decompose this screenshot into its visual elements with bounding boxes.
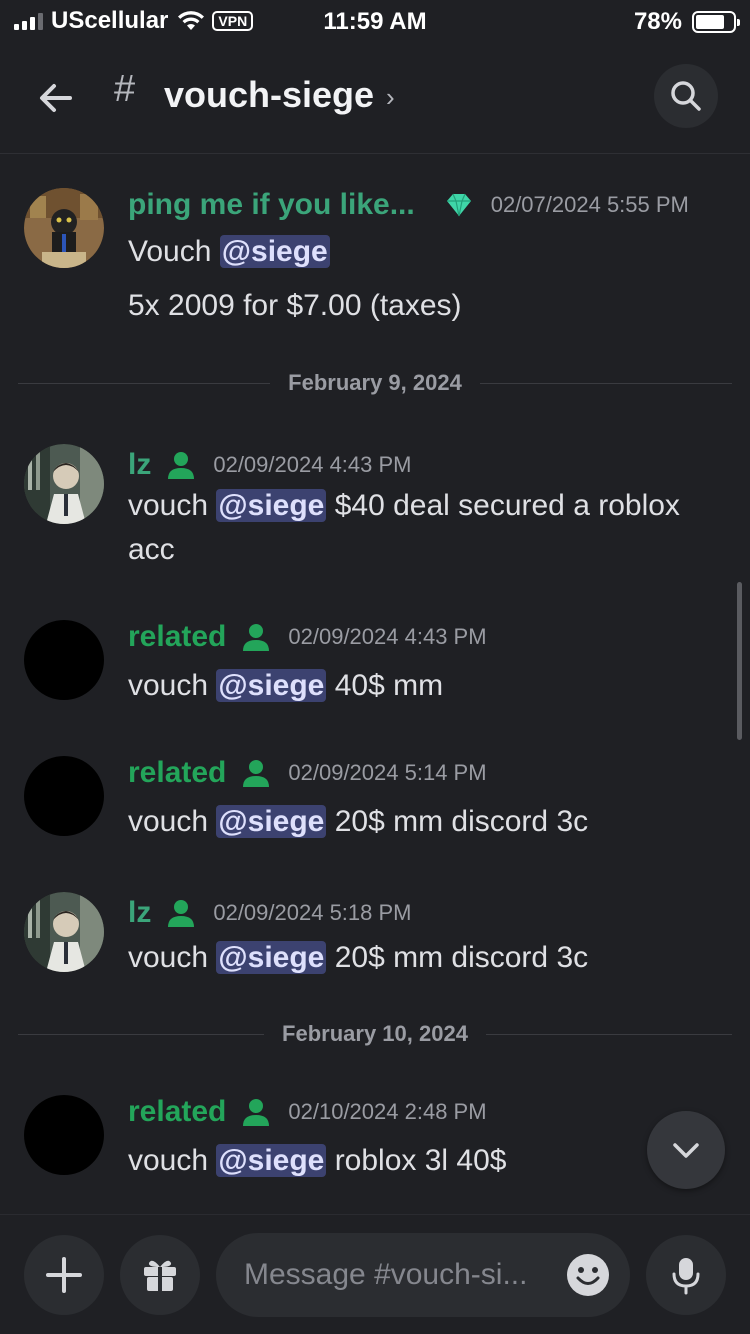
username[interactable]: related <box>128 1095 226 1129</box>
avatar[interactable] <box>24 444 104 524</box>
search-button[interactable] <box>654 64 718 128</box>
message-content: vouch @siege 20$ mm discord 3c <box>128 936 728 980</box>
user-mention[interactable]: @siege <box>216 669 327 702</box>
date-divider-text: February 10, 2024 <box>282 1021 468 1046</box>
member-icon <box>243 1099 270 1126</box>
date-divider-text: February 9, 2024 <box>288 370 462 395</box>
scrollbar[interactable] <box>737 582 742 740</box>
vpn-badge: VPN <box>212 11 254 31</box>
username[interactable]: lz <box>128 896 151 930</box>
jump-to-present-button[interactable] <box>647 1111 725 1189</box>
message-content: vouch @siege 40$ mm <box>128 664 728 708</box>
date-divider: February 9, 2024 <box>18 368 733 398</box>
message-line: 5x 2009 for $7.00 (taxes) <box>128 289 462 322</box>
username[interactable]: lz <box>128 448 151 482</box>
avatar[interactable] <box>24 188 104 268</box>
user-mention[interactable]: @siege <box>219 235 330 268</box>
member-icon <box>243 760 270 787</box>
diamond-icon <box>446 193 471 217</box>
user-mention[interactable]: @siege <box>216 489 327 522</box>
message-text: vouch <box>128 805 217 838</box>
channel-name[interactable]: vouch-siege <box>164 74 374 116</box>
wifi-icon <box>178 11 205 30</box>
message-composer: Message #vouch-si... <box>0 1214 750 1334</box>
date-divider: February 10, 2024 <box>18 1019 732 1049</box>
channel-header: # vouch-siege › <box>0 42 750 154</box>
username[interactable]: related <box>128 620 226 654</box>
battery-percent: 78% <box>633 8 682 35</box>
arrow-left-icon[interactable] <box>34 76 78 120</box>
message-text: 40$ mm <box>326 669 444 702</box>
search-icon <box>671 81 701 111</box>
message-input[interactable]: Message #vouch-si... <box>216 1233 630 1317</box>
member-icon <box>168 452 195 479</box>
battery-status: 78% <box>633 8 740 36</box>
timestamp: 02/07/2024 5:55 PM <box>490 192 689 217</box>
timestamp: 02/10/2024 2:48 PM <box>288 1099 487 1124</box>
chevron-right-icon[interactable]: › <box>386 82 395 113</box>
message-content: vouch @siege roblox 3l 40$ <box>128 1139 728 1183</box>
avatar[interactable] <box>24 892 104 972</box>
message-content: vouch @siege 20$ mm discord 3c <box>128 800 728 844</box>
user-mention[interactable]: @siege <box>216 805 327 838</box>
message-text: vouch <box>128 489 217 522</box>
message-text: vouch <box>128 941 217 974</box>
plus-icon <box>46 1257 82 1293</box>
member-icon <box>168 900 195 927</box>
message-text: roblox 3l 40$ <box>326 1144 507 1177</box>
carrier-name: UScellular <box>51 7 169 34</box>
status-bar: UScellular VPN 11:59 AM 78% <box>0 0 750 42</box>
message-input-placeholder: Message #vouch-si... <box>244 1258 528 1291</box>
username[interactable]: related <box>128 756 226 790</box>
user-mention[interactable]: @siege <box>216 941 327 974</box>
timestamp: 02/09/2024 5:14 PM <box>288 760 487 785</box>
timestamp: 02/09/2024 5:18 PM <box>213 900 412 925</box>
user-mention[interactable]: @siege <box>216 1144 327 1177</box>
chevron-down-icon <box>673 1143 699 1158</box>
cell-signal-icon <box>14 12 43 30</box>
channel-hash-icon: # <box>114 68 136 110</box>
voice-message-button[interactable] <box>646 1235 726 1315</box>
battery-fill <box>696 15 725 29</box>
member-icon <box>243 624 270 651</box>
avatar[interactable] <box>24 1095 104 1175</box>
battery-icon <box>692 11 740 33</box>
username[interactable]: ping me if you like... <box>128 188 415 222</box>
timestamp: 02/09/2024 4:43 PM <box>288 624 487 649</box>
message-content: Vouch @siege 5x 2009 for $7.00 (taxes) <box>128 230 728 328</box>
avatar[interactable] <box>24 756 104 836</box>
timestamp: 02/09/2024 4:43 PM <box>213 452 412 477</box>
message-text: vouch <box>128 669 217 702</box>
message-text: vouch <box>128 1144 217 1177</box>
message-text: 20$ mm discord 3c <box>326 805 589 838</box>
emoji-icon[interactable] <box>566 1253 610 1297</box>
message-text: 20$ mm discord 3c <box>326 941 589 974</box>
message-content: vouch @siege $40 deal secured a roblox a… <box>128 484 728 572</box>
message-text: Vouch <box>128 235 220 268</box>
gift-icon <box>144 1260 176 1291</box>
avatar[interactable] <box>24 620 104 700</box>
gift-button[interactable] <box>120 1235 200 1315</box>
microphone-icon <box>672 1258 700 1295</box>
message-line: Vouch @siege <box>128 230 728 274</box>
attach-button[interactable] <box>24 1235 104 1315</box>
